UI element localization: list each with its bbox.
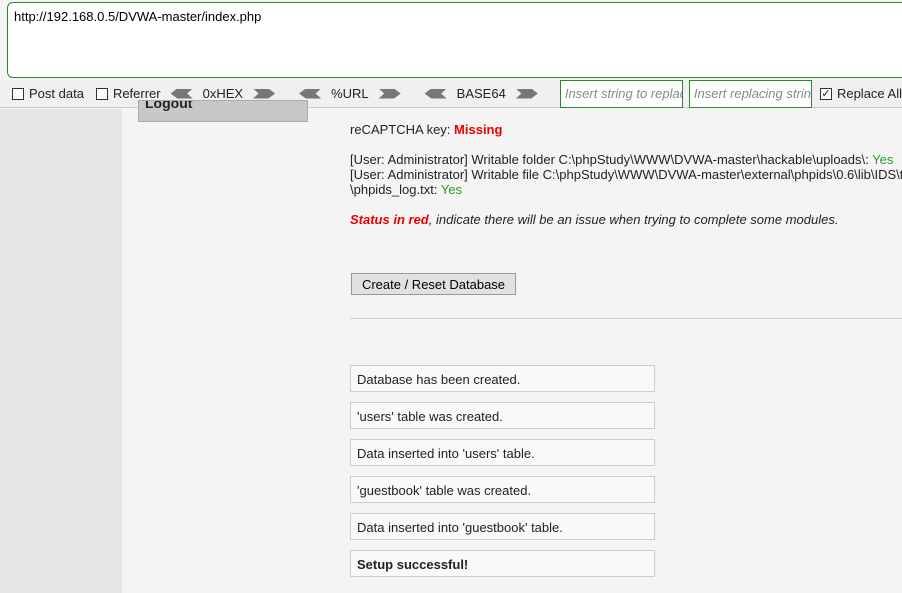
hex-label: 0xHEX <box>202 86 244 101</box>
divider <box>350 318 902 319</box>
hackbar-toolbar: Post data Referrer 0xHEX %URL BASE64 Ins… <box>0 79 902 108</box>
checkmark-icon: ✓ <box>819 87 832 100</box>
setup-message: 'guestbook' table was created. <box>350 476 655 503</box>
post-data-label: Post data <box>29 86 84 101</box>
logout-menu-item[interactable]: Logout <box>138 100 308 122</box>
logout-label: Logout <box>145 100 193 111</box>
replace-string-input[interactable]: Insert string to replace <box>559 79 683 108</box>
url-label: %URL <box>331 86 369 101</box>
url-input[interactable]: http://192.168.0.5/DVWA-master/index.php <box>7 2 902 78</box>
writable-folder-status: Yes <box>872 152 894 167</box>
setup-message: 'users' table was created. <box>350 402 655 429</box>
checkbox-icon <box>12 87 24 100</box>
post-data-checkbox[interactable]: Post data <box>12 86 84 101</box>
recaptcha-label: reCAPTCHA key: <box>350 122 451 137</box>
writable-folder-line: [User: Administrator] Writable folder C:… <box>350 152 869 167</box>
left-margin <box>0 109 122 593</box>
replace-all-label: Replace All <box>836 86 902 101</box>
setup-message: Database has been created. <box>350 365 655 392</box>
replacing-string-input[interactable]: Insert replacing string <box>688 79 812 108</box>
writable-file-line-cont: \phpids_log.txt: <box>350 182 438 197</box>
status-note-red: Status in red <box>350 212 429 227</box>
base64-encode-arrow-icon[interactable] <box>515 88 538 99</box>
checkbox-icon <box>95 87 108 100</box>
base64-label: BASE64 <box>456 86 506 101</box>
url-encode-arrow-icon[interactable] <box>378 88 401 99</box>
recaptcha-status: Missing <box>454 122 503 137</box>
referrer-checkbox[interactable]: Referrer <box>95 86 161 101</box>
setup-message: Data inserted into 'users' table. <box>350 439 655 466</box>
replace-all-checkbox[interactable]: ✓ Replace All <box>819 86 902 101</box>
setup-message: Data inserted into 'guestbook' table. <box>350 513 655 540</box>
writable-file-line: [User: Administrator] Writable file C:\p… <box>350 167 902 182</box>
base64-decode-arrow-icon[interactable] <box>424 88 447 99</box>
hex-decode-arrow-icon[interactable] <box>170 88 193 99</box>
setup-success-message: Setup successful! <box>350 550 655 577</box>
url-decode-arrow-icon[interactable] <box>299 88 322 99</box>
referrer-label: Referrer <box>112 86 161 101</box>
create-reset-database-button[interactable]: Create / Reset Database <box>351 273 516 295</box>
writable-file-status: Yes <box>440 182 463 197</box>
hex-encode-arrow-icon[interactable] <box>253 88 276 99</box>
status-note: , indicate there will be an issue when t… <box>428 212 839 227</box>
